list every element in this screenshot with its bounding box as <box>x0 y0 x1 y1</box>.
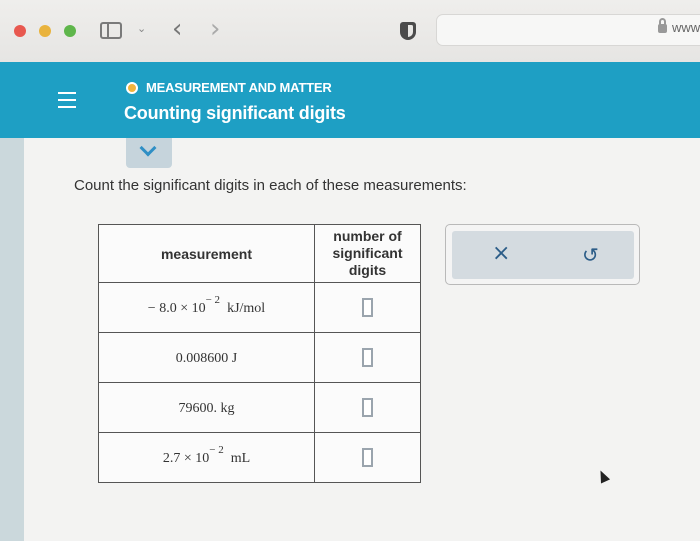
answer-cell <box>314 382 421 433</box>
table-row: 79600. kg <box>98 382 421 433</box>
back-button[interactable]: ‹ <box>172 14 182 44</box>
answer-input[interactable] <box>362 448 373 467</box>
topic-label: MEASUREMENT AND MATTER <box>146 80 332 95</box>
chevron-down-icon[interactable]: ⌄ <box>137 22 146 35</box>
close-window-button[interactable] <box>14 25 26 37</box>
sidebar-toggle-icon[interactable] <box>100 22 122 39</box>
forward-button[interactable]: › <box>210 14 220 44</box>
privacy-shield-icon[interactable] <box>400 22 416 40</box>
answer-cell <box>314 332 421 383</box>
significant-digits-table: measurement number of significant digits… <box>98 224 421 483</box>
mantissa: 2.7 × 10 <box>162 451 210 467</box>
answer-input[interactable] <box>362 298 373 317</box>
browser-toolbar: ⌄ ‹ › www <box>0 0 700 62</box>
table-row: − 8.0 × 10− 2 kJ/mol <box>98 282 421 333</box>
table-row: 2.7 × 10− 2 mL <box>98 432 421 483</box>
answer-cell <box>314 282 421 333</box>
lesson-title: Counting significant digits <box>124 103 346 123</box>
column-header-measurement: measurement <box>98 224 315 283</box>
undo-icon[interactable]: ↺ <box>582 243 599 267</box>
measurement-cell: 79600. kg <box>98 382 315 433</box>
answer-input[interactable] <box>362 348 373 367</box>
exponent: − 2 <box>209 443 224 456</box>
mantissa: − 8.0 × 10 <box>147 301 206 317</box>
table-row: 0.008600 J <box>98 332 421 383</box>
url-text[interactable]: www <box>672 20 700 35</box>
measurement-cell: 2.7 × 10− 2 mL <box>98 432 315 483</box>
exponent: − 2 <box>205 293 221 306</box>
minimize-window-button[interactable] <box>39 25 51 37</box>
measurement-value: 79600. kg <box>178 400 235 416</box>
unit: mL <box>230 451 251 467</box>
column-header-count: number of significant digits <box>314 224 421 283</box>
measurement-cell: 0.008600 J <box>98 332 315 383</box>
clear-icon[interactable]: × <box>492 241 510 266</box>
answer-actions: × ↺ <box>445 224 640 285</box>
answer-cell <box>314 432 421 483</box>
measurement-cell: − 8.0 × 10− 2 kJ/mol <box>98 282 315 333</box>
measurement-value: 0.008600 J <box>175 350 238 366</box>
maximize-window-button[interactable] <box>64 25 76 37</box>
chevron-down-icon <box>139 139 157 157</box>
lock-icon <box>658 18 667 33</box>
app-header: MEASUREMENT AND MATTER Counting signific… <box>0 62 700 138</box>
table-header-row: measurement number of significant digits <box>98 224 421 283</box>
menu-icon[interactable] <box>58 92 76 113</box>
collapse-toggle[interactable] <box>126 138 172 168</box>
left-margin <box>0 138 24 541</box>
unit: kJ/mol <box>227 301 266 317</box>
topic-status-icon <box>126 82 138 94</box>
answer-input[interactable] <box>362 398 373 417</box>
question-prompt: Count the significant digits in each of … <box>74 177 467 194</box>
